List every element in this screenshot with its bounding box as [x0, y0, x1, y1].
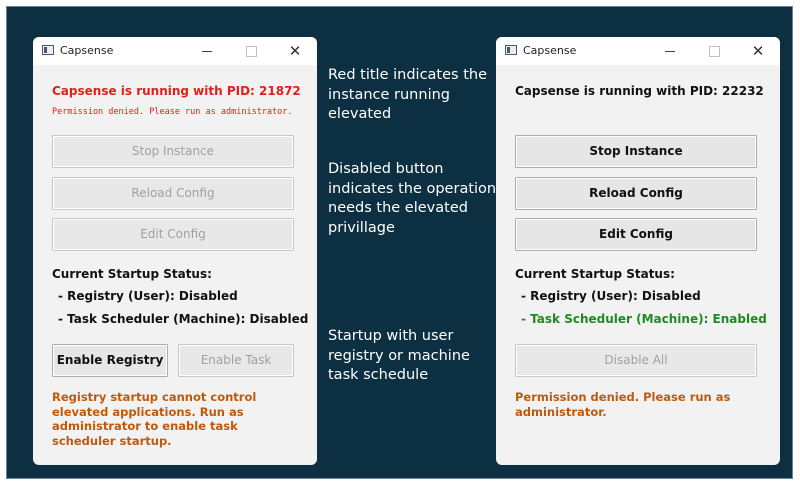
- registry-status: - Registry (User): Disabled: [58, 289, 238, 303]
- title-bar[interactable]: Capsense ✕: [33, 37, 317, 65]
- maximize-icon: [243, 43, 259, 59]
- background-panel: Capsense ✕ Capsense is running with PID:…: [6, 6, 793, 479]
- maximize-icon: [706, 43, 722, 59]
- warning-message: Registry startup cannot control elevated…: [52, 390, 257, 448]
- warning-message: Permission denied. Please run as adminis…: [515, 390, 731, 419]
- app-icon: [42, 45, 54, 55]
- caption-disabled-button: Disabled button indicates the operation …: [328, 161, 497, 236]
- startup-status-heading: Current Startup Status:: [52, 267, 212, 281]
- permission-note: Permission denied. Please run as adminis…: [52, 107, 293, 117]
- window-title: Capsense: [60, 44, 114, 57]
- stop-instance-button[interactable]: Stop Instance: [515, 135, 757, 168]
- close-icon[interactable]: ✕: [287, 43, 303, 59]
- stop-instance-button[interactable]: Stop Instance: [52, 135, 294, 168]
- capsense-window-elevated: Capsense ✕ Capsense is running with PID:…: [33, 37, 317, 465]
- edit-config-button[interactable]: Edit Config: [515, 218, 757, 251]
- title-bar[interactable]: Capsense ✕: [496, 37, 780, 65]
- close-icon[interactable]: ✕: [750, 43, 766, 59]
- status-text: Capsense is running with PID: 22232: [515, 84, 764, 98]
- app-icon: [505, 45, 517, 55]
- reload-config-button[interactable]: Reload Config: [52, 177, 294, 210]
- startup-status-heading: Current Startup Status:: [515, 267, 675, 281]
- caption-red-title: Red title indicates the instance running…: [328, 67, 487, 122]
- status-text: Capsense is running with PID: 21872: [52, 84, 301, 98]
- registry-status: - Registry (User): Disabled: [521, 289, 701, 303]
- disable-all-button[interactable]: Disable All: [515, 344, 757, 377]
- edit-config-button[interactable]: Edit Config: [52, 218, 294, 251]
- task-scheduler-status: - Task Scheduler (Machine): Enabled: [521, 312, 767, 326]
- capsense-window-normal: Capsense ✕ Capsense is running with PID:…: [496, 37, 780, 465]
- reload-config-button[interactable]: Reload Config: [515, 177, 757, 210]
- enable-task-button[interactable]: Enable Task: [178, 344, 294, 377]
- window-title: Capsense: [523, 44, 577, 57]
- minimize-icon[interactable]: [662, 43, 678, 59]
- caption-startup: Startup with user registry or machine ta…: [328, 328, 470, 383]
- minimize-icon[interactable]: [199, 43, 215, 59]
- enable-registry-button[interactable]: Enable Registry: [52, 344, 168, 377]
- task-scheduler-status: - Task Scheduler (Machine): Disabled: [58, 312, 309, 326]
